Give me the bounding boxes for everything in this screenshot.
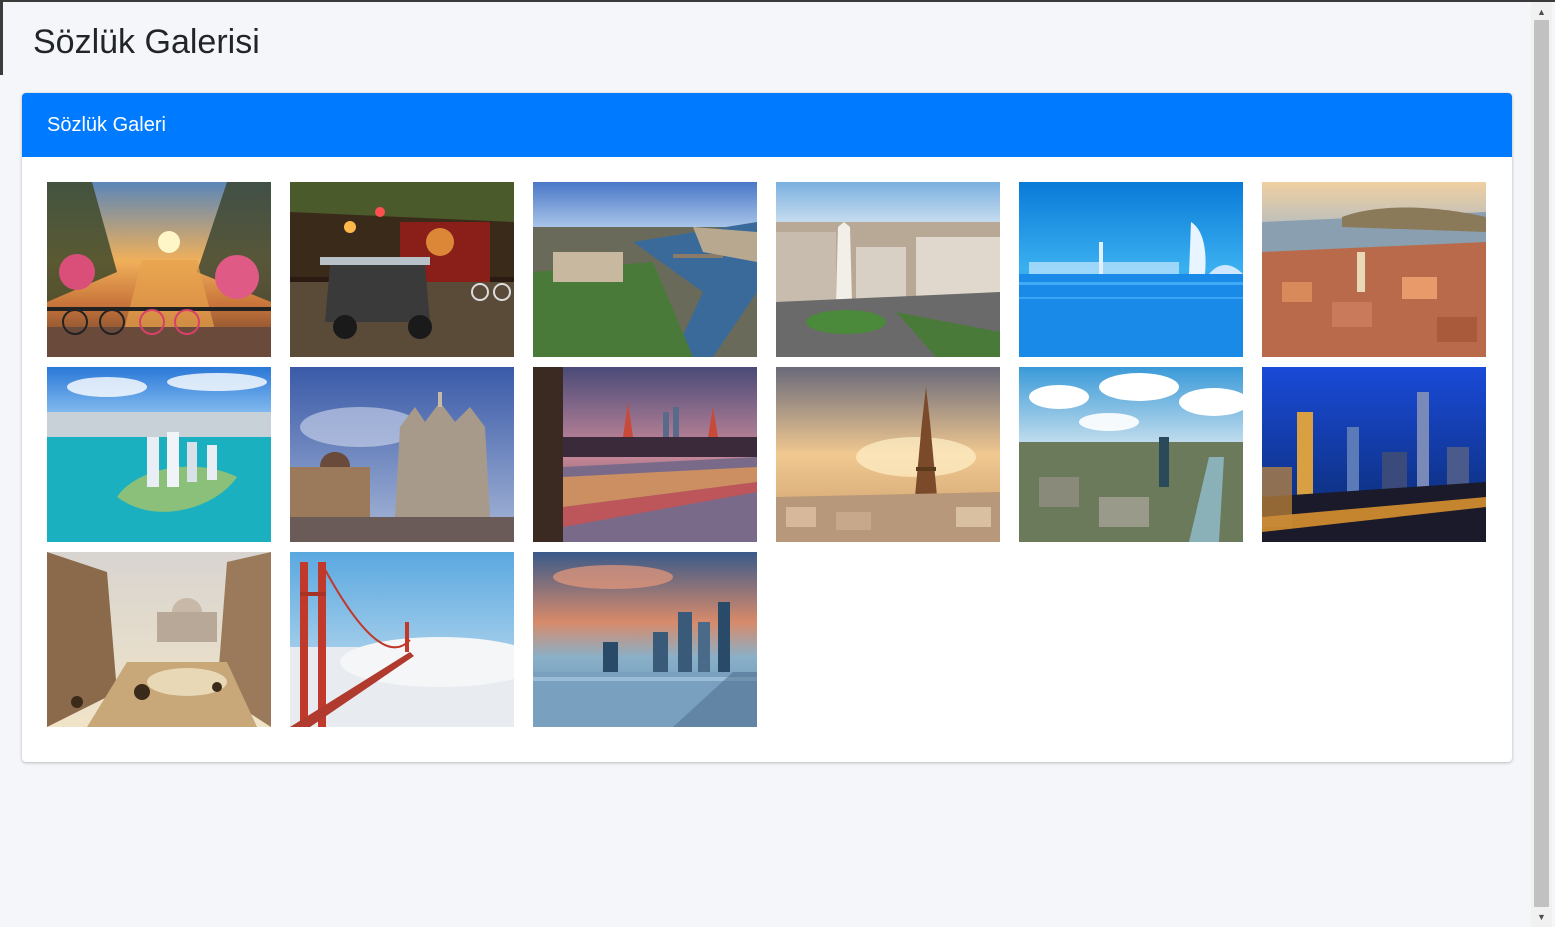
gallery-image-singapore[interactable]: [533, 552, 757, 727]
vertical-scrollbar[interactable]: ▲ ▼: [1531, 2, 1552, 927]
gallery-image-san-francisco[interactable]: [290, 552, 514, 727]
card-header: Sözlük Galeri: [22, 93, 1512, 157]
window-frame-edge: [0, 0, 3, 75]
scrollbar-thumb[interactable]: [1534, 20, 1549, 907]
gallery-image-amsterdam[interactable]: [47, 182, 271, 357]
gallery-image-milan[interactable]: [290, 367, 514, 542]
gallery-image-istanbul[interactable]: [1262, 182, 1486, 357]
scroll-up-icon[interactable]: ▲: [1531, 4, 1552, 20]
gallery-grid: [47, 182, 1486, 727]
gallery-card: Sözlük Galeri: [22, 93, 1512, 762]
gallery-image-paris[interactable]: [776, 367, 1000, 542]
window-frame: [0, 0, 1555, 2]
gallery-image-bangkok[interactable]: [290, 182, 514, 357]
scroll-down-icon[interactable]: ▼: [1531, 909, 1552, 925]
gallery-image-budapest[interactable]: [533, 182, 757, 357]
gallery-image-buenos-aires[interactable]: [776, 182, 1000, 357]
gallery-image-beijing[interactable]: [1262, 367, 1486, 542]
gallery-image-rome[interactable]: [47, 552, 271, 727]
gallery-image-dubai[interactable]: [1019, 182, 1243, 357]
gallery-image-moscow[interactable]: [533, 367, 757, 542]
gallery-image-miami[interactable]: [47, 367, 271, 542]
gallery-image-seoul[interactable]: [1019, 367, 1243, 542]
page-title: Sözlük Galerisi: [33, 23, 260, 61]
